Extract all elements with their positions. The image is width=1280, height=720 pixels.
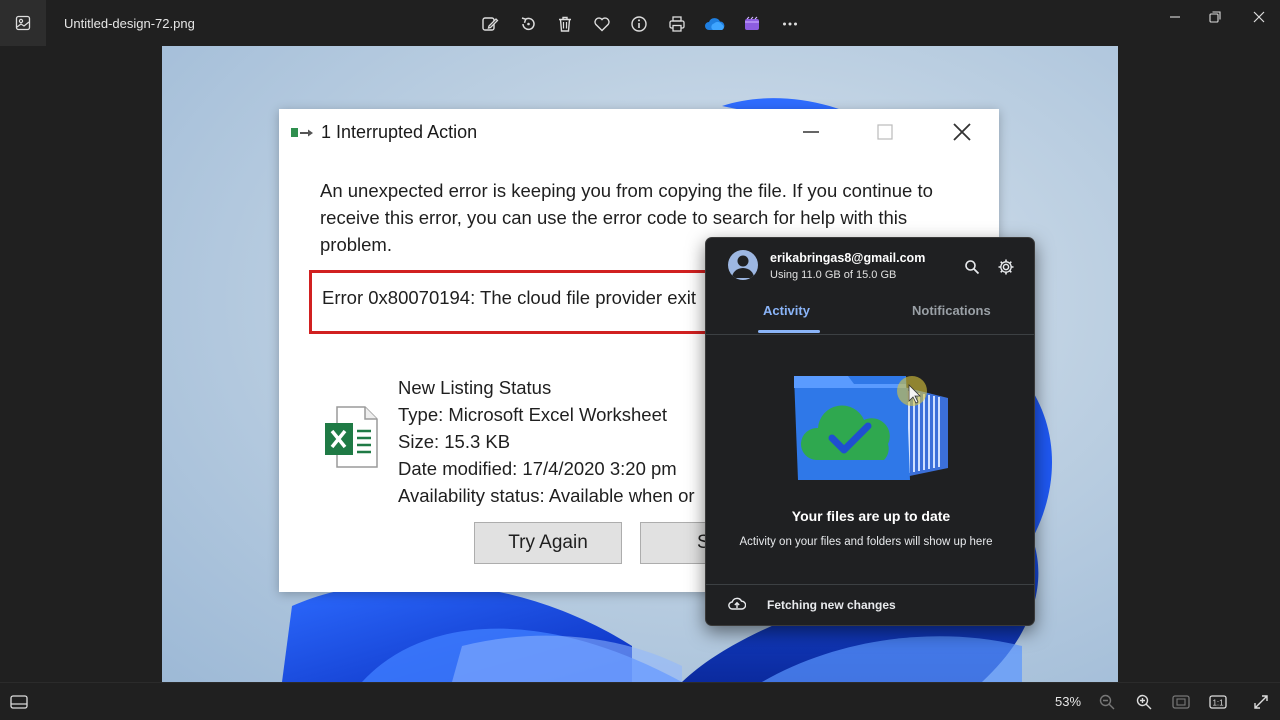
print-icon[interactable] [665,12,689,36]
zoom-out-icon[interactable] [1096,691,1118,713]
title-bar: Untitled-design-72.png [0,0,1280,46]
mouse-pointer-icon [908,384,921,404]
avatar[interactable] [728,250,758,280]
error-code-text: Error 0x80070194: The cloud file provide… [322,287,696,308]
photos-app-window: Untitled-design-72.png 1 Interrupted Act… [0,0,1280,720]
file-name: Untitled-design-72.png [64,16,195,31]
excel-file-icon [323,405,379,474]
zoom-in-icon[interactable] [1133,691,1155,713]
fullscreen-icon[interactable] [1250,691,1272,713]
more-options-icon[interactable] [778,12,802,36]
clipchamp-icon[interactable] [740,12,764,36]
photos-app-icon[interactable] [0,0,46,46]
status-title: Your files are up to date [791,508,951,524]
file-name-label: New Listing Status [398,377,552,398]
search-icon[interactable] [962,257,982,277]
file-availability-label: Availability status: Available when or [398,485,695,506]
minimize-button[interactable] [1158,6,1192,28]
actual-size-icon[interactable]: 1:1 [1207,691,1229,713]
favorite-icon[interactable] [590,12,614,36]
file-transfer-icon [291,126,317,147]
onedrive-cloud-icon[interactable] [703,12,727,36]
fit-to-window-icon[interactable] [1170,691,1192,713]
file-date-label: Date modified: 17/4/2020 3:20 pm [398,458,677,479]
tab-divider [706,334,1034,335]
tab-notifications[interactable]: Notifications [912,303,991,318]
info-icon[interactable] [627,12,651,36]
dialog-maximize-button[interactable] [865,119,905,145]
onedrive-flyout: erikabringas8@gmail.com Using 11.0 GB of… [705,237,1035,626]
delete-icon[interactable] [553,12,577,36]
filmstrip-icon[interactable] [8,691,30,713]
cloud-sync-icon [728,596,747,617]
zoom-level: 53% [1055,694,1082,709]
status-bar: 53% 1:1 [0,682,1280,720]
fetch-status-text: Fetching new changes [767,598,896,612]
edit-image-icon[interactable] [478,12,502,36]
cursor-highlight [897,376,927,406]
active-tab-indicator [758,330,820,333]
file-type-label: Type: Microsoft Excel Worksheet [398,404,668,425]
account-email: erikabringas8@gmail.com [770,251,926,265]
status-subtitle: Activity on your files and folders will … [739,536,993,548]
restore-button[interactable] [1198,6,1232,28]
try-again-button[interactable]: Try Again [474,522,622,564]
dialog-close-button[interactable] [942,119,982,145]
storage-usage: Using 11.0 GB of 15.0 GB [770,269,897,281]
close-button[interactable] [1242,6,1276,28]
file-details: New Listing Status Type: Microsoft Excel… [398,374,695,509]
dialog-minimize-button[interactable] [791,119,831,145]
tab-activity[interactable]: Activity [763,303,810,318]
file-size-label: Size: 15.3 KB [398,431,511,452]
dialog-title: 1 Interrupted Action [321,122,478,142]
settings-gear-icon[interactable] [996,257,1016,277]
rotate-icon[interactable] [516,12,540,36]
actual-size-label: 1:1 [1212,699,1224,708]
footer-divider [706,584,1034,585]
